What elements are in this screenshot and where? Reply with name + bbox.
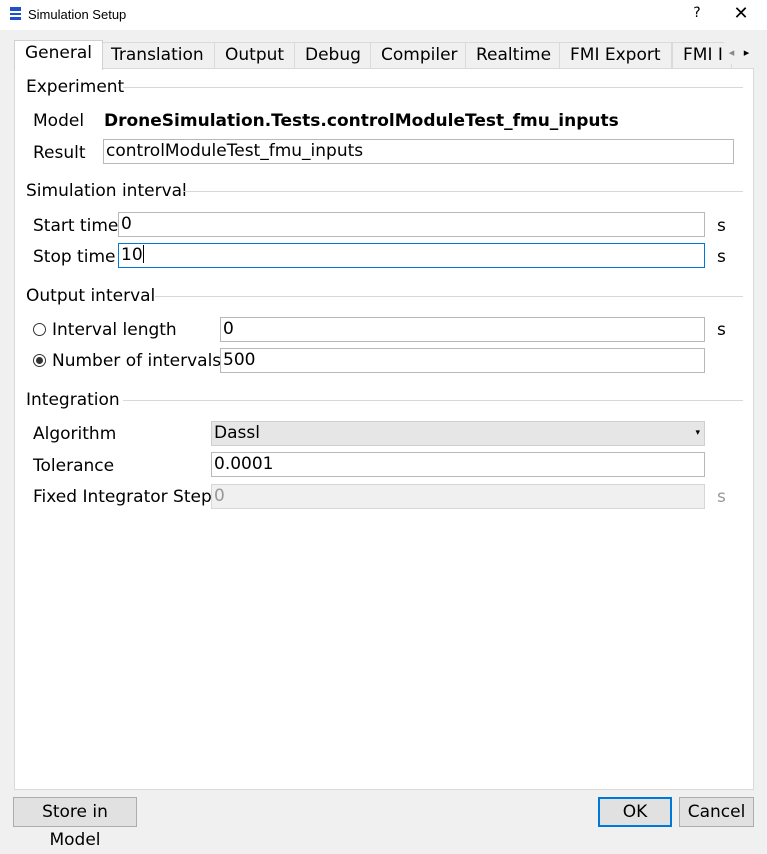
- store-in-model-button[interactable]: Store in Model: [13, 797, 137, 850]
- output-interval-divider: [155, 296, 743, 297]
- stop-time-unit: s: [717, 247, 726, 267]
- interval-length-unit: s: [717, 320, 726, 340]
- algorithm-select[interactable]: Dassl ▾: [211, 421, 705, 446]
- tab-translation[interactable]: Translation: [100, 42, 215, 69]
- number-of-intervals-input[interactable]: 500: [220, 348, 705, 373]
- model-name: DroneSimulation.Tests.controlModuleTest_…: [104, 111, 619, 131]
- tab-debug[interactable]: Debug: [294, 42, 372, 69]
- stop-time-value: 10: [121, 245, 143, 265]
- tab-output[interactable]: Output: [214, 42, 296, 69]
- number-of-intervals-radio[interactable]: [33, 354, 46, 367]
- result-label: Result: [33, 143, 86, 163]
- model-label: Model: [33, 111, 85, 131]
- tolerance-input[interactable]: 0.0001: [211, 452, 705, 477]
- interval-length-label: Interval length: [52, 320, 177, 340]
- tab-general[interactable]: General: [14, 40, 103, 70]
- tab-scroll-left-icon[interactable]: ◂: [724, 42, 739, 64]
- cancel-button[interactable]: Cancel: [679, 797, 754, 827]
- algorithm-value: Dassl: [214, 423, 260, 443]
- result-input[interactable]: controlModuleTest_fmu_inputs: [103, 139, 734, 164]
- number-of-intervals-label: Number of intervals: [52, 351, 222, 371]
- start-time-input[interactable]: 0: [118, 212, 705, 237]
- interval-length-radio[interactable]: [33, 323, 46, 336]
- chevron-down-icon: ▾: [695, 428, 700, 438]
- simulation-interval-header: Simulation interval: [26, 181, 187, 201]
- fixed-step-label: Fixed Integrator Step: [33, 487, 212, 507]
- stop-time-input[interactable]: 10: [118, 243, 705, 268]
- integration-divider: [123, 400, 743, 401]
- fixed-step-unit: s: [717, 487, 726, 507]
- integration-header: Integration: [26, 390, 120, 410]
- tab-scroll-right-icon[interactable]: ▸: [739, 42, 754, 64]
- simulation-interval-divider: [183, 191, 743, 192]
- experiment-divider: [123, 87, 743, 88]
- tab-scroller: ◂ ▸: [724, 42, 754, 64]
- tab-fmi-import[interactable]: FMI I: [672, 42, 732, 69]
- start-time-label: Start time: [33, 216, 119, 236]
- general-tab-pane: Experiment Model DroneSimulation.Tests.c…: [14, 68, 754, 790]
- fixed-step-input: 0: [211, 484, 705, 509]
- tab-realtime[interactable]: Realtime: [465, 42, 563, 69]
- ok-button[interactable]: OK: [598, 797, 672, 827]
- output-interval-header: Output interval: [26, 286, 156, 306]
- experiment-header: Experiment: [26, 77, 125, 97]
- window-title: Simulation Setup: [28, 7, 127, 22]
- algorithm-label: Algorithm: [33, 424, 117, 444]
- help-button[interactable]: ?: [690, 5, 704, 21]
- tolerance-label: Tolerance: [33, 456, 115, 476]
- close-icon[interactable]: ✕: [733, 3, 749, 24]
- tab-compiler[interactable]: Compiler: [370, 42, 469, 69]
- stop-time-label: Stop time: [33, 247, 116, 267]
- tab-bar: General Translation Output Debug Compile…: [14, 40, 754, 70]
- title-bar: Simulation Setup ? ✕: [0, 0, 767, 30]
- text-caret: [142, 245, 144, 263]
- interval-length-input[interactable]: 0: [220, 317, 705, 342]
- start-time-unit: s: [717, 216, 726, 236]
- tab-fmi-export[interactable]: FMI Export: [559, 42, 672, 69]
- app-icon: [10, 7, 21, 20]
